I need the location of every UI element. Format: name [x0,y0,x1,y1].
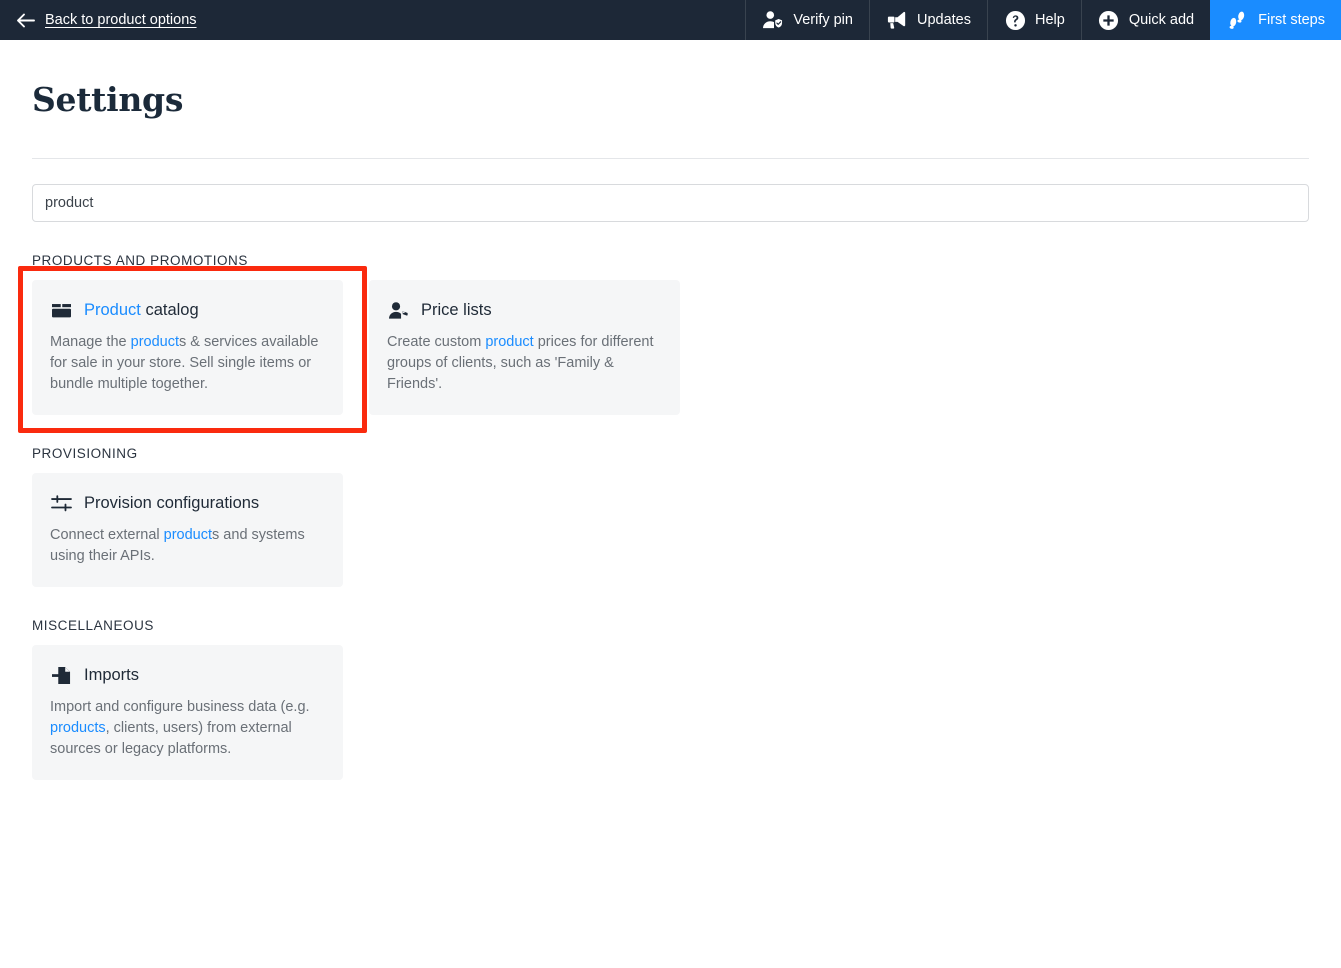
section-title: MISCELLANEOUS [32,617,154,633]
highlighted-card-wrapper: Product catalog Manage the products & se… [18,265,367,433]
question-circle-icon [1004,9,1026,31]
search-section [32,159,1309,222]
top-nav-items: Verify pin Updates Help Quick add First … [745,0,1341,40]
desc-part-1: Manage the [50,333,131,350]
card-description: Import and configure business data (e.g.… [50,697,325,760]
page-title: Settings [32,80,184,119]
card-description: Connect external products and systems us… [50,525,325,567]
topnav-label: First steps [1258,12,1325,28]
topnav-label: Help [1035,12,1065,28]
topnav-label: Quick add [1128,12,1195,28]
card-header: Price lists [387,300,662,322]
top-navigation-bar: Back to product options Verify pin Updat… [0,0,1341,40]
arrow-left-icon [16,13,35,28]
settings-page: Settings PRODUCTS AND PROMOTIONS [0,40,1341,780]
card-provision-configurations[interactable]: Provision configurations Connect externa… [32,472,343,587]
card-title-match: Product [84,300,141,319]
file-import-icon [50,665,72,687]
topnav-item-help[interactable]: Help [987,0,1081,40]
person-shield-icon [762,9,784,31]
card-title: Product catalog [84,301,199,321]
tune-sliders-icon [50,493,72,515]
card-title-rest: catalog [140,300,199,319]
desc-match: products [50,719,106,736]
card-title: Imports [84,665,140,684]
card-product-catalog[interactable]: Product catalog Manage the products & se… [32,279,343,415]
desc-part-1: Connect external [50,526,164,543]
card-description: Create custom product prices for differe… [387,332,662,395]
card-description: Manage the products & services available… [50,332,325,395]
footprints-icon [1227,9,1249,31]
desc-part-1: Create custom [387,333,486,350]
topnav-item-first-steps[interactable]: First steps [1210,0,1341,40]
desc-match: product [485,333,534,350]
card-grid: Imports Import and configure business da… [32,644,1309,780]
megaphone-icon [886,9,908,31]
card-title: Price lists [421,300,492,319]
card-header: Imports [50,665,325,687]
settings-search-input[interactable] [32,183,1309,222]
desc-match: product [163,526,213,543]
back-link-label: Back to product options [45,12,197,28]
topnav-label: Verify pin [793,12,853,28]
topnav-item-verify-pin[interactable]: Verify pin [745,0,869,40]
card-title: Provision configurations [84,493,260,512]
card-header: Product catalog [50,300,325,322]
desc-part-1: Import and configure business data (e.g. [50,698,310,715]
topnav-label: Updates [916,12,971,28]
person-tag-icon [387,300,409,322]
section-provisioning: PROVISIONING Provision configurations Co… [32,446,1309,587]
topnav-item-quick-add[interactable]: Quick add [1080,0,1210,40]
section-title: PROVISIONING [32,445,138,461]
topnav-item-updates[interactable]: Updates [868,0,987,40]
card-grid: Provision configurations Connect externa… [32,472,1309,587]
card-header: Provision configurations [50,493,325,515]
section-miscellaneous: MISCELLANEOUS Imports Import and configu… [32,618,1309,780]
card-grid: Product catalog Manage the products & se… [18,265,1309,433]
plus-circle-icon [1098,9,1120,31]
back-to-product-options-link[interactable]: Back to product options [0,0,197,40]
section-title: PRODUCTS AND PROMOTIONS [32,252,248,268]
desc-match: product [130,333,179,350]
card-imports[interactable]: Imports Import and configure business da… [32,644,343,780]
section-products-and-promotions: PRODUCTS AND PROMOTIONS Product catalog [18,252,1309,433]
card-price-lists[interactable]: Price lists Create custom product prices… [369,279,680,415]
box-icon [50,300,72,322]
